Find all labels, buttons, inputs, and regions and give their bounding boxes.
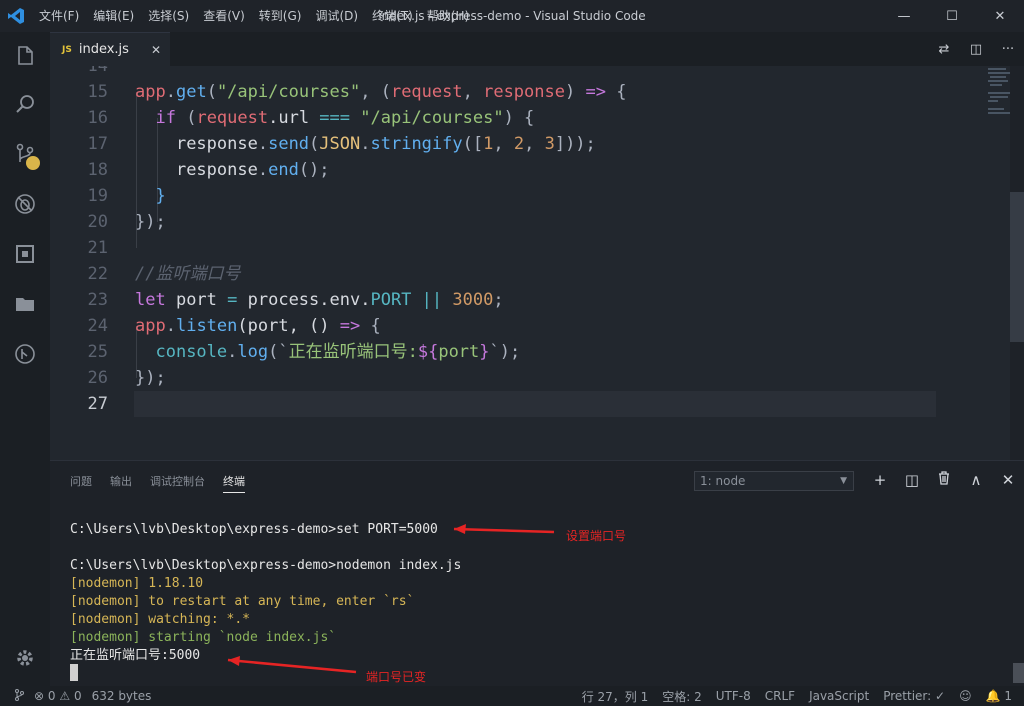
annotation-arrows (227, 524, 555, 674)
indentation[interactable]: 空格: 2 (662, 688, 702, 705)
minimap[interactable] (986, 66, 1010, 460)
tab-index-js[interactable]: JS index.js ✕ (50, 32, 170, 66)
menu-edit[interactable]: 编辑(E) (86, 0, 141, 32)
code-line: 19 } (87, 186, 166, 206)
end-of-line[interactable]: CRLF (765, 689, 795, 703)
explorer-icon[interactable] (0, 36, 50, 76)
menu-terminal[interactable]: 终端(T) (365, 0, 420, 32)
javascript-file-icon: JS (62, 44, 72, 55)
bell-icon: 🔔 (985, 689, 1001, 703)
menu-view[interactable]: 查看(V) (196, 0, 252, 32)
menu-file[interactable]: 文件(F) (32, 0, 86, 32)
notifications[interactable]: 🔔 1 (986, 689, 1012, 703)
code-line: 23 let port = process.env.PORT || 3000; (87, 290, 504, 310)
minimize-button[interactable]: — (880, 0, 928, 32)
current-code-line: 27 (50, 391, 936, 417)
clock-badge-icon (26, 156, 40, 170)
maximize-button[interactable]: ☐ (928, 0, 976, 32)
error-icon: ⊗ (34, 689, 45, 703)
terminal-panel: 问题 输出 调试控制台 终端 1: node ▼ + ◫ ∧ ✕ C:\Users… (50, 460, 1024, 686)
language-mode[interactable]: JavaScript (809, 689, 869, 703)
debug-icon[interactable] (0, 184, 50, 224)
encoding[interactable]: UTF-8 (716, 689, 751, 703)
annotation-port-changed: 端口号已变 (366, 670, 427, 684)
code-line: 22//监听端口号 (87, 264, 241, 284)
source-control-icon[interactable] (0, 134, 50, 174)
code-line: 16 if (request.url === "/api/courses") { (87, 108, 535, 128)
code-line: 18 response.end(); (87, 160, 330, 180)
code-line: 25 console.log(`正在监听端口号:${port}`); (87, 342, 521, 362)
file-size: 632 bytes (91, 689, 152, 703)
code-line: 15 app.get("/api/courses", (request, resp… (87, 82, 627, 102)
folder-icon[interactable] (0, 284, 50, 324)
code-line: 20}); (87, 212, 166, 232)
annotation-set-port: 设置端口号 (566, 529, 627, 543)
compare-changes-icon[interactable]: ⇄ (934, 42, 954, 57)
activity-bar (0, 32, 50, 686)
menu-go[interactable]: 转到(G) (252, 0, 309, 32)
menu-debug[interactable]: 调试(D) (308, 0, 365, 32)
git-branch-icon[interactable] (14, 688, 24, 704)
cursor-position[interactable]: 行 27，列 1 (582, 688, 649, 705)
problems-indicator[interactable]: ⊗ 0 ⚠ 0 (34, 689, 82, 703)
warning-icon: ⚠ (59, 689, 71, 703)
code-line: 14 (87, 66, 108, 76)
code-line: 26}); (87, 368, 166, 388)
status-bar: ⊗ 0 ⚠ 0 632 bytes 行 27，列 1 空格: 2 UTF-8 C… (0, 686, 1024, 706)
code-editor[interactable]: 14 15 app.get("/api/courses", (request, r… (50, 66, 1010, 460)
title-bar: 文件(F) 编辑(E) 选择(S) 查看(V) 转到(G) 调试(D) 终端(T… (0, 0, 1024, 32)
split-editor-icon[interactable]: ◫ (966, 42, 986, 57)
code-line: 21 (87, 238, 108, 258)
close-window-button[interactable]: ✕ (976, 0, 1024, 32)
more-actions-icon[interactable]: ··· (998, 42, 1018, 57)
settings-gear-icon[interactable] (0, 638, 50, 678)
vscode-logo-icon (0, 0, 32, 32)
close-tab-icon[interactable]: ✕ (151, 43, 161, 57)
extensions-icon[interactable] (0, 234, 50, 274)
menu-selection[interactable]: 选择(S) (141, 0, 196, 32)
git-graph-icon[interactable] (0, 334, 50, 374)
menu-help[interactable]: 帮助(H) (420, 0, 476, 32)
prettier-status[interactable]: Prettier: ✓ (883, 689, 945, 703)
code-line: 17 response.send(JSON.stringify([1, 2, 3… (87, 134, 596, 154)
editor-scrollbar-thumb[interactable] (1010, 192, 1024, 342)
tab-bar: JS index.js ✕ ⇄ ◫ ··· (50, 32, 1024, 66)
feedback-smiley-icon[interactable]: ☺ (959, 689, 972, 703)
code-line: 24 app.listen(port, () => { (87, 316, 381, 336)
tab-label: index.js (78, 42, 129, 57)
search-icon[interactable] (0, 84, 50, 124)
menu-bar: 文件(F) 编辑(E) 选择(S) 查看(V) 转到(G) 调试(D) 终端(T… (32, 0, 476, 32)
